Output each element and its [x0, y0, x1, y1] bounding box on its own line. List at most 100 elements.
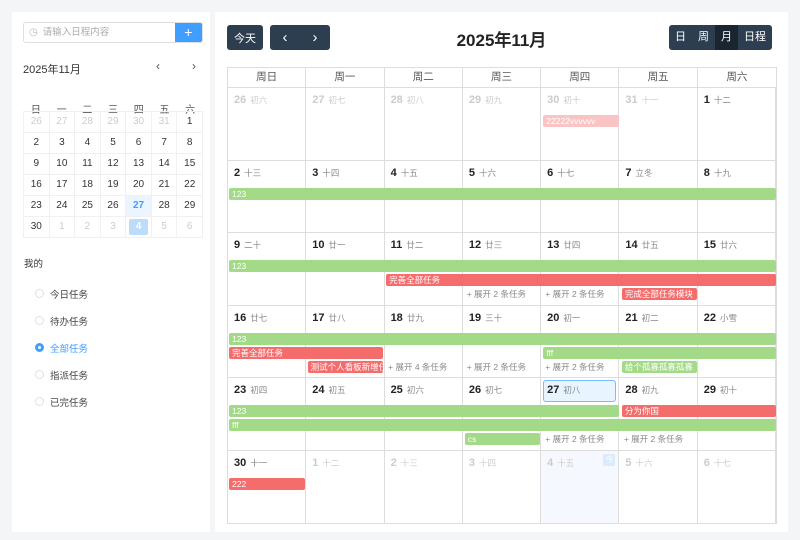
search-input[interactable]	[42, 23, 175, 42]
mini-day[interactable]: 10	[49, 154, 76, 175]
day-cell[interactable]: 5 十六	[619, 450, 698, 523]
day-cell[interactable]: 27 初七	[306, 88, 385, 160]
mini-day[interactable]: 1	[49, 217, 76, 238]
mini-day[interactable]: 19	[100, 175, 127, 196]
event-bar[interactable]: 123	[229, 260, 776, 272]
mini-day[interactable]: 23	[24, 196, 50, 217]
mini-day[interactable]: 26	[24, 112, 50, 133]
mini-day[interactable]: 3	[49, 133, 76, 154]
day-cell[interactable]: 26 初六	[228, 88, 307, 160]
event-bar[interactable]: 给个孤寡孤寡孤寡	[621, 360, 698, 373]
radio-button[interactable]	[35, 289, 44, 298]
mini-day[interactable]: 31	[151, 112, 178, 133]
mini-day[interactable]: 26	[100, 196, 127, 217]
day-cell[interactable]: 28 初八	[385, 88, 463, 160]
mini-day[interactable]: 24	[49, 196, 76, 217]
mini-day[interactable]: 27	[49, 112, 76, 133]
filter-4[interactable]: 已完任务	[35, 388, 88, 415]
mini-day[interactable]: 5	[151, 217, 178, 238]
mini-day[interactable]: 29	[100, 112, 127, 133]
mini-day[interactable]: 8	[177, 133, 203, 154]
mini-day[interactable]: 27	[126, 196, 152, 217]
mini-day[interactable]: 4	[75, 133, 101, 154]
mini-day[interactable]: 3	[100, 217, 127, 238]
day-cell[interactable]: 1 十二	[698, 88, 776, 160]
mini-day[interactable]: 2	[75, 217, 101, 238]
day-cell[interactable]: 2 十三	[385, 450, 463, 523]
mini-day[interactable]: 12	[100, 154, 127, 175]
event-bar[interactable]: 123	[229, 405, 619, 417]
mini-day[interactable]: 30	[24, 217, 50, 238]
mini-day[interactable]: 9	[24, 154, 50, 175]
view-3[interactable]: 日程	[738, 25, 772, 50]
radio-button[interactable]	[35, 316, 44, 325]
day-cell[interactable]: 6 十七	[698, 450, 776, 523]
expand-more-link[interactable]: + 展开 2 条任务	[624, 433, 683, 445]
day-cell[interactable]: 3 十四	[463, 450, 542, 523]
filter-0[interactable]: 今日任务	[35, 280, 88, 307]
mini-day[interactable]: 4	[126, 217, 152, 238]
mini-day[interactable]: 25	[75, 196, 101, 217]
event-bar[interactable]: 分为你国	[621, 405, 776, 417]
mini-day[interactable]: 28	[75, 112, 101, 133]
event-bar[interactable]: 123	[229, 187, 776, 200]
event-bar[interactable]: 完成全部任务模块	[621, 288, 698, 300]
filter-1[interactable]: 待办任务	[35, 307, 88, 334]
mini-day[interactable]: 20	[126, 175, 152, 196]
mini-day[interactable]: 30	[126, 112, 152, 133]
expand-more-link[interactable]: + 展开 2 条任务	[545, 433, 604, 445]
day-cell[interactable]: 今 4 十五	[541, 450, 620, 523]
next-month-button[interactable]: ›	[313, 29, 318, 46]
event-bar[interactable]: 完善全部任务	[386, 274, 776, 286]
event-bar[interactable]: 测试个人看板新增任务	[307, 360, 384, 373]
event-bar[interactable]: 222	[229, 477, 305, 490]
mini-day[interactable]: 11	[75, 154, 101, 175]
mini-day[interactable]: 21	[151, 175, 178, 196]
expand-more-link[interactable]: + 展开 2 条任务	[545, 288, 604, 300]
view-0[interactable]: 日	[669, 25, 692, 50]
expand-more-link[interactable]: + 展开 2 条任务	[467, 288, 526, 300]
mini-day[interactable]: 2	[24, 133, 50, 154]
filter-3[interactable]: 指派任务	[35, 361, 88, 388]
today-badge[interactable]: 今	[603, 453, 616, 466]
day-number: 1 十二	[312, 457, 339, 469]
mini-day[interactable]: 1	[177, 112, 203, 133]
view-2[interactable]: 月	[715, 25, 738, 50]
mini-day[interactable]: 28	[151, 196, 178, 217]
add-schedule-button[interactable]: +	[174, 23, 202, 42]
day-cell[interactable]: 1 十二	[306, 450, 385, 523]
expand-more-link[interactable]: + 展开 4 条任务	[388, 361, 447, 373]
event-bar[interactable]: fff	[229, 419, 776, 431]
prev-month-button[interactable]: ‹	[283, 29, 288, 46]
event-bar[interactable]: 22222vvvvvv	[543, 115, 619, 127]
radio-button[interactable]	[35, 397, 44, 406]
mini-day[interactable]: 16	[24, 175, 50, 196]
day-cell[interactable]: 29 初九	[463, 88, 542, 160]
mini-day[interactable]: 15	[177, 154, 203, 175]
mini-day[interactable]: 18	[75, 175, 101, 196]
mini-day[interactable]: 14	[151, 154, 178, 175]
event-bar[interactable]: fff	[543, 346, 776, 359]
mini-day[interactable]: 6	[177, 217, 203, 238]
event-bar[interactable]: cs	[464, 433, 541, 445]
mini-day[interactable]: 7	[151, 133, 178, 154]
mini-day[interactable]: 17	[49, 175, 76, 196]
expand-more-link[interactable]: + 展开 2 条任务	[467, 361, 526, 373]
day-number: 18 廿九	[391, 312, 424, 324]
mini-day[interactable]: 13	[126, 154, 152, 175]
mini-next-month-button[interactable]: ›	[192, 59, 196, 73]
today-button[interactable]: 今天	[227, 25, 263, 50]
day-cell[interactable]: 31 十一	[619, 88, 698, 160]
mini-day[interactable]: 5	[100, 133, 127, 154]
mini-day[interactable]: 6	[126, 133, 152, 154]
event-bar[interactable]: 123	[229, 332, 776, 345]
filter-2[interactable]: 全部任务	[35, 334, 88, 361]
expand-more-link[interactable]: + 展开 2 条任务	[545, 361, 604, 373]
view-1[interactable]: 周	[692, 25, 715, 50]
mini-day[interactable]: 22	[177, 175, 203, 196]
event-bar[interactable]: 完善全部任务	[229, 346, 384, 359]
radio-button[interactable]	[35, 370, 44, 379]
mini-prev-month-button[interactable]: ‹	[156, 59, 160, 73]
radio-button[interactable]	[35, 343, 44, 352]
mini-day[interactable]: 29	[177, 196, 203, 217]
